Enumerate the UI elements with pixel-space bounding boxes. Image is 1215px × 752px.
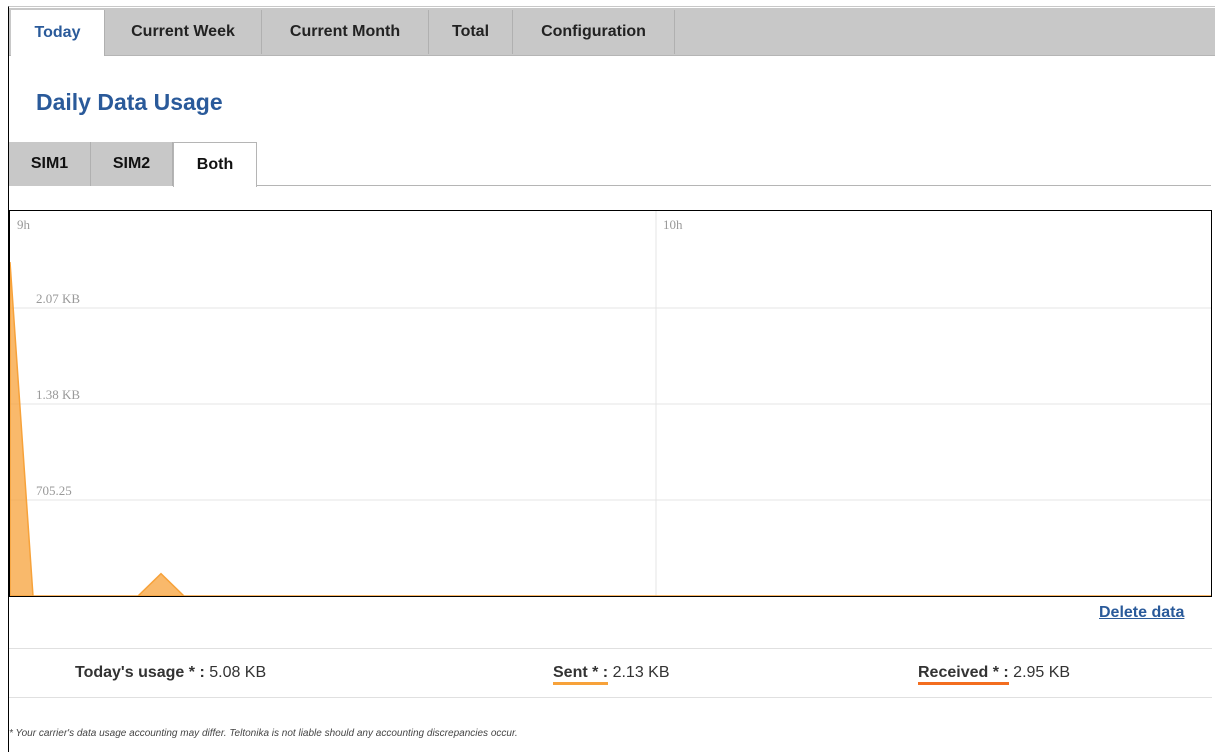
usage-chart: 9h 10h 2.07 KB 1.38 KB 705.25 [9,210,1212,597]
divider-top [9,648,1212,649]
main-tab-bar: Today Current Week Current Month Total C… [9,8,1215,56]
x-tick-label-10h: 10h [663,217,683,232]
received-label: Received * : [918,664,1009,685]
tab-configuration[interactable]: Configuration [513,10,675,54]
series-area-0 [10,262,1211,596]
sent-label: Sent * : [553,664,609,685]
tab-both[interactable]: Both [173,142,257,187]
y-tick-label-2: 1.38 KB [36,387,80,402]
tab-sim2[interactable]: SIM2 [91,142,173,186]
sent-value: 2.13 KB [612,664,670,681]
received-usage: Received * : 2.95 KB [918,664,1071,685]
page-title: Daily Data Usage [36,89,223,115]
tab-sim1[interactable]: SIM1 [9,142,91,186]
tab-total[interactable]: Total [429,10,513,54]
footnote: * Your carrier's data usage accounting m… [9,728,518,739]
divider-bottom [9,697,1212,698]
tab-today[interactable]: Today [11,10,105,56]
x-tick-label-9h: 9h [17,217,31,232]
y-tick-label-1: 2.07 KB [36,291,80,306]
sim-tab-underline [256,185,1211,186]
series-layer [10,262,1211,596]
tab-current-week[interactable]: Current Week [105,10,262,54]
today-usage: Today's usage * : 5.08 KB [75,664,266,682]
sent-usage: Sent * : 2.13 KB [553,664,670,685]
today-usage-label: Today's usage * : [75,664,205,681]
today-usage-value: 5.08 KB [209,664,267,681]
y-tick-label-3: 705.25 [36,483,72,498]
usage-chart-svg: 9h 10h 2.07 KB 1.38 KB 705.25 [10,211,1211,596]
delete-data-link[interactable]: Delete data [1099,604,1184,622]
received-value: 2.95 KB [1013,664,1071,681]
tab-current-month[interactable]: Current Month [262,10,429,54]
